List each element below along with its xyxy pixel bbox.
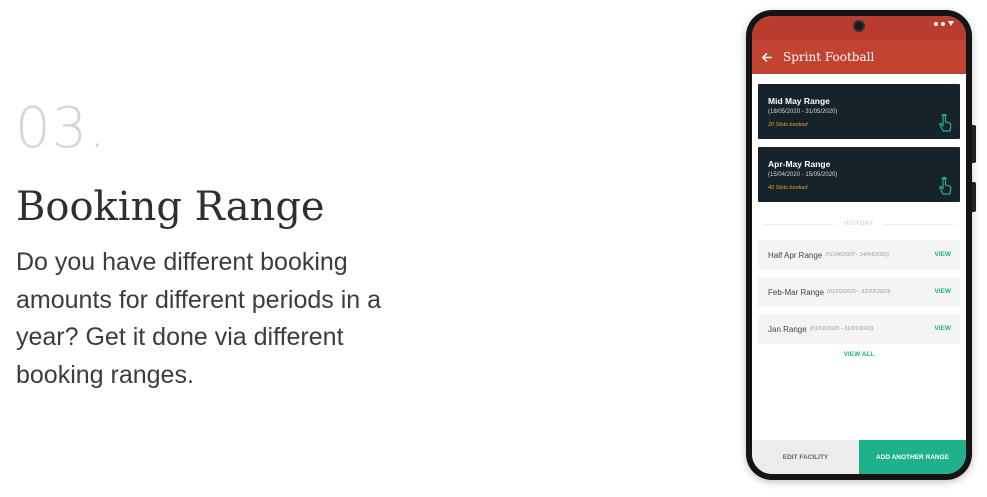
history-range-dates: (01/01/2020 - 31/01/2020) [809, 326, 874, 332]
divider [884, 224, 954, 225]
status-bar [752, 16, 966, 40]
camera-icon [853, 20, 865, 32]
wifi-icon [948, 21, 954, 26]
history-range-dates: (01/02/2020 - 31/03/2020) [827, 289, 891, 295]
history-row: Half Apr Range (01/04/2020 - 14/04/2020)… [758, 240, 960, 270]
range-dates: (15/04/2020 - 15/05/2020) [768, 172, 838, 178]
range-name: Apr-May Range [768, 159, 831, 169]
bottom-action-bar: EDIT FACILITY ADD ANOTHER RANGE [752, 440, 966, 474]
history-range-name: Jan Range [768, 324, 807, 334]
edit-facility-button[interactable]: EDIT FACILITY [752, 440, 859, 474]
view-button[interactable]: VIEW [934, 325, 951, 332]
range-card[interactable]: Apr-May Range (15/04/2020 - 15/05/2020) … [758, 147, 960, 202]
back-arrow-icon[interactable] [752, 40, 780, 74]
add-another-range-button[interactable]: ADD ANOTHER RANGE [859, 440, 966, 474]
history-range-name: Feb-Mar Range [768, 287, 825, 297]
tap-hand-icon [939, 113, 952, 132]
phone-mockup: Sprint Football Mid May Range (18/05/202… [746, 10, 976, 480]
feature-description: Do you have different booking amounts fo… [16, 248, 382, 389]
app-title: Sprint Football [783, 50, 875, 64]
slots-booked: 40 Slots booked [768, 185, 808, 191]
feature-title: Booking Range [16, 184, 325, 230]
history-row: Feb-Mar Range (01/02/2020 - 31/03/2020) … [758, 277, 960, 307]
app-bar: Sprint Football [752, 40, 966, 74]
view-button[interactable]: VIEW [934, 288, 951, 295]
history-row: Jan Range (01/01/2020 - 31/01/2020) VIEW [758, 314, 960, 344]
view-all-button[interactable]: VIEW ALL [752, 351, 966, 358]
history-range-name: Half Apr Range [768, 250, 823, 260]
step-number: 03. [15, 96, 108, 161]
range-card[interactable]: Mid May Range (18/05/2020 - 31/05/2020) … [758, 84, 960, 139]
slots-booked: 20 Slots booked [768, 122, 808, 128]
tap-hand-icon [939, 176, 952, 195]
phone-screen: Sprint Football Mid May Range (18/05/202… [752, 16, 966, 474]
view-button[interactable]: VIEW [934, 251, 951, 258]
history-range-dates: (01/04/2020 - 14/04/2020) [825, 252, 889, 258]
range-dates: (18/05/2020 - 31/05/2020) [768, 109, 838, 115]
arrow-left-icon [761, 52, 772, 62]
notification-dot-icon [941, 21, 945, 26]
phone-side-button [972, 125, 976, 163]
notification-dot-icon [934, 21, 938, 26]
phone-side-button [972, 182, 976, 212]
range-name: Mid May Range [768, 96, 830, 106]
status-icons [934, 21, 954, 26]
